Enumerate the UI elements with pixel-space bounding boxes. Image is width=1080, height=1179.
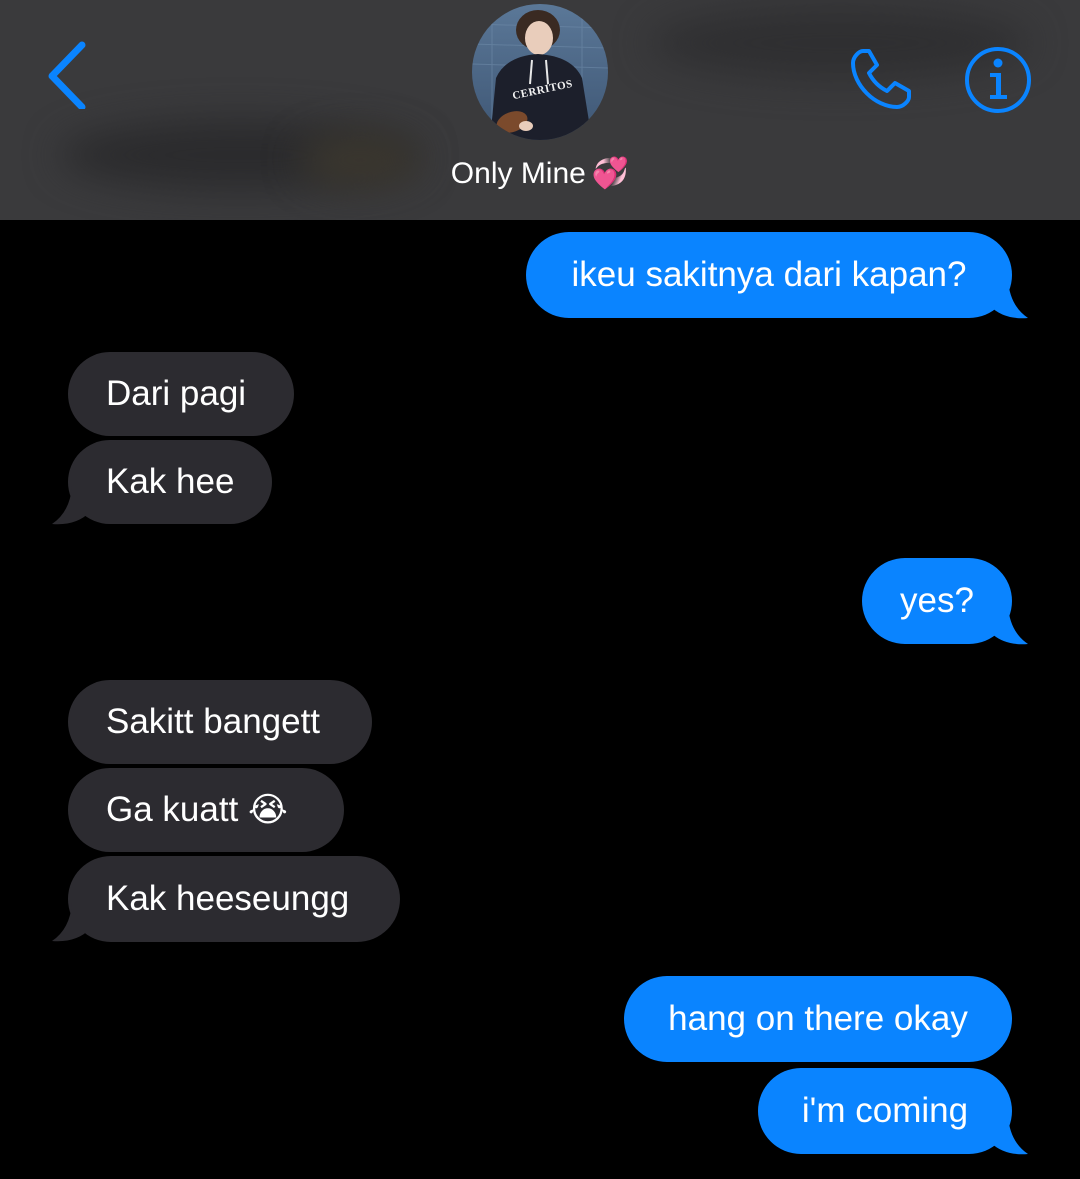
contact-name[interactable]: Only Mine 💞 xyxy=(0,152,1080,196)
message-bubble-incoming[interactable]: Sakitt bangett xyxy=(68,680,372,764)
contact-name-label: Only Mine xyxy=(450,157,586,190)
message-bubble-incoming[interactable]: Kak hee xyxy=(68,440,272,524)
bubble-tail xyxy=(990,280,1028,319)
bubble-tail xyxy=(52,486,90,525)
two-hearts-emoji: 💞 xyxy=(591,157,630,190)
messages-screen: CERRITOS Only Mine 💞 ikeu sakitnya dari k… xyxy=(0,0,1080,1179)
bubble-tail xyxy=(990,1116,1028,1155)
call-button[interactable] xyxy=(838,38,922,122)
conversation-header: CERRITOS Only Mine 💞 xyxy=(0,0,1080,220)
message-bubble-incoming[interactable]: Kak heeseungg xyxy=(68,856,400,942)
message-text: Kak heeseungg xyxy=(106,879,350,918)
info-button[interactable] xyxy=(960,42,1036,118)
back-button[interactable] xyxy=(36,34,96,114)
message-text: yes? xyxy=(900,581,974,620)
message-text: Dari pagi xyxy=(106,374,247,413)
message-bubble-incoming[interactable]: Ga kuatt 😭 xyxy=(68,768,344,852)
chevron-left-icon xyxy=(48,41,86,109)
message-bubble-outgoing[interactable]: hang on there okay xyxy=(624,976,1012,1062)
bubble-tail xyxy=(52,903,90,942)
contact-avatar[interactable]: CERRITOS xyxy=(472,4,608,140)
message-text: ikeu sakitnya dari kapan? xyxy=(571,255,967,294)
message-text: Kak hee xyxy=(106,462,235,501)
crying-face-emoji: 😭 xyxy=(248,791,288,829)
bubble-tail xyxy=(990,606,1028,645)
message-text: hang on there okay xyxy=(668,999,968,1038)
info-icon xyxy=(965,47,1031,113)
phone-icon xyxy=(851,49,911,109)
message-bubble-incoming[interactable]: Dari pagi xyxy=(68,352,294,436)
message-text: i'm coming xyxy=(801,1091,969,1130)
message-text: Ga kuatt xyxy=(106,790,239,829)
avatar-photo xyxy=(472,4,608,140)
message-text: Sakitt bangett xyxy=(106,702,321,741)
message-bubble-outgoing[interactable]: ikeu sakitnya dari kapan? xyxy=(526,232,1012,318)
message-bubble-outgoing[interactable]: i'm coming xyxy=(758,1068,1012,1154)
